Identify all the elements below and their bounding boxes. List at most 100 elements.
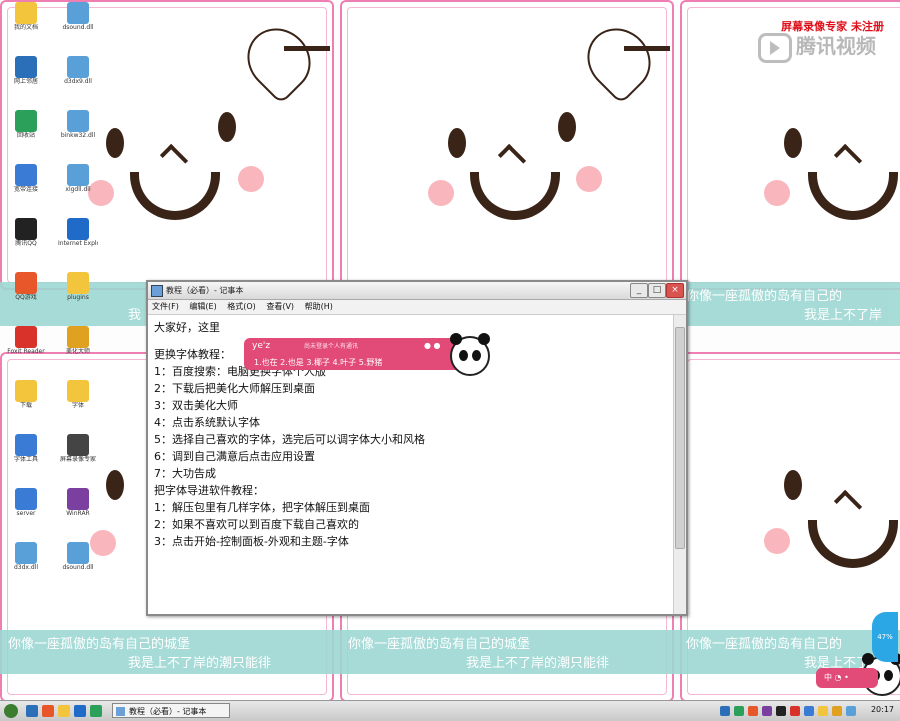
desktop-icon[interactable]: 宽带连接: [6, 164, 46, 193]
desktop-icon[interactable]: 屏幕录像专家: [58, 434, 98, 463]
tray-icon[interactable]: [804, 706, 814, 716]
tray-icon[interactable]: [748, 706, 758, 716]
desktop-icon[interactable]: 回收站: [6, 110, 46, 139]
app-icon: [67, 164, 89, 186]
app-icon: [15, 2, 37, 24]
tray-icon[interactable]: [776, 706, 786, 716]
desktop-icon[interactable]: 腾讯QQ: [6, 218, 46, 247]
desktop-icon-label: d3dx.dll: [13, 564, 39, 571]
start-button-icon[interactable]: [4, 704, 18, 718]
desktop-icon-label: WinRAR: [66, 510, 90, 517]
desktop-icon-label: dsound.dll: [62, 564, 94, 571]
app-icon: [67, 488, 89, 510]
ime-page-dots[interactable]: ● ●: [424, 341, 441, 350]
desktop-icon[interactable]: QQ游戏: [6, 272, 46, 301]
menu-format[interactable]: 格式(O): [227, 302, 256, 311]
desktop-icon[interactable]: 下载: [6, 380, 46, 409]
minimize-button[interactable]: _: [630, 283, 648, 298]
desktop-icon[interactable]: 字体工具: [6, 434, 46, 463]
panda-icon: [450, 333, 490, 376]
menu-help[interactable]: 帮助(H): [305, 302, 333, 311]
desktop-icon[interactable]: d3dx.dll: [6, 542, 46, 571]
desktop-icon[interactable]: d3dx9.dll: [58, 56, 98, 85]
desktop-icon[interactable]: 美化大师: [58, 326, 98, 355]
menu-bar: 文件(F) 编辑(E) 格式(O) 查看(V) 帮助(H): [148, 300, 686, 315]
desktop-icon[interactable]: plugins: [58, 272, 98, 301]
text-line: 大家好，这里: [154, 321, 220, 334]
desktop-icon-label: d3dx9.dll: [64, 78, 92, 85]
face-cheek: [576, 166, 602, 192]
tray-icon[interactable]: [790, 706, 800, 716]
scrollbar-thumb[interactable]: [675, 327, 685, 549]
tray-icon[interactable]: [818, 706, 828, 716]
desktop-icon-label: binkw32.dll: [60, 132, 96, 139]
desktop-icon-label: 字体: [71, 402, 84, 409]
tray-icon[interactable]: [832, 706, 842, 716]
progress-bubble[interactable]: 47%: [872, 612, 898, 662]
band-text: 我是上不了岸: [804, 308, 883, 323]
desktop-icon[interactable]: WinRAR: [58, 488, 98, 517]
desktop-icon[interactable]: dsound.dll: [58, 542, 98, 571]
menu-view[interactable]: 查看(V): [266, 302, 294, 311]
face-cheek: [238, 166, 264, 192]
desktop-icon-label: 字体工具: [13, 456, 38, 463]
desktop-icon-label: QQ游戏: [15, 294, 37, 301]
quick-launch-icon[interactable]: [74, 705, 86, 717]
text-line: 3：点击开始-控制面板-外观和主题-字体: [154, 535, 349, 548]
app-icon: [15, 488, 37, 510]
desktop-icon[interactable]: 我的文档: [6, 2, 46, 31]
desktop-icon-label: plugins: [67, 294, 89, 301]
menu-file[interactable]: 文件(F): [152, 302, 179, 311]
app-icon: [67, 542, 89, 564]
quick-launch-icon[interactable]: [42, 705, 54, 717]
maximize-button[interactable]: □: [648, 283, 666, 298]
band-text: 你像一座孤傲的岛有自己的: [686, 289, 843, 304]
ime-hint: 尚未登录个人有通讯: [304, 343, 359, 350]
desktop-icon[interactable]: dsound.dll: [58, 2, 98, 31]
face-cheek: [428, 180, 454, 206]
desktop-icon-label: 宽带连接: [13, 186, 38, 193]
desktop-icon[interactable]: 字体: [58, 380, 98, 409]
text-line: 4：点击系统默认字体: [154, 416, 260, 429]
notepad-window[interactable]: 教程（必看）- 记事本 _ □ × 文件(F) 编辑(E) 格式(O) 查看(V…: [146, 280, 688, 616]
tray-icon[interactable]: [846, 706, 856, 716]
vertical-scrollbar[interactable]: [673, 315, 686, 614]
title-bar[interactable]: 教程（必看）- 记事本 _ □ ×: [148, 282, 686, 300]
quick-launch-icon[interactable]: [58, 705, 70, 717]
tray-icon[interactable]: [762, 706, 772, 716]
desktop-icon[interactable]: Foxit Reader: [6, 326, 46, 355]
desktop-icon[interactable]: xlgdll.dll: [58, 164, 98, 193]
ime-candidates[interactable]: 1.也在 2.也是 3.椰子 4.叶子 5.野猪: [254, 357, 382, 368]
app-icon: [67, 380, 89, 402]
taskbar-button-notepad[interactable]: 教程（必看）- 记事本: [112, 703, 230, 718]
tray-icon[interactable]: [734, 706, 744, 716]
band-text: 你像一座孤傲的岛有自己的城堡: [348, 637, 531, 652]
face-eye: [448, 128, 466, 158]
close-button[interactable]: ×: [666, 283, 684, 298]
app-icon: [15, 380, 37, 402]
desktop-icon-label: 美化大师: [65, 348, 90, 355]
desktop-icon[interactable]: server: [6, 488, 46, 517]
ime-candidate-bar[interactable]: ye'z 尚未登录个人有通讯 ● ● 1.也在 2.也是 3.椰子 4.叶子 5…: [244, 338, 484, 370]
quick-launch-icon[interactable]: [26, 705, 38, 717]
tray-icon[interactable]: [720, 706, 730, 716]
ime-status-bar[interactable]: 中 ◔ •: [816, 668, 878, 688]
desktop-icon-label: Foxit Reader: [7, 348, 45, 355]
app-icon: [67, 56, 89, 78]
band-text: 我是上不了岸的潮只能徘: [466, 656, 610, 671]
window-title: 教程（必看）- 记事本: [166, 286, 244, 295]
app-icon: [15, 218, 37, 240]
text-line: 2：如果不喜欢可以到百度下载自己喜欢的: [154, 518, 359, 531]
menu-edit[interactable]: 编辑(E): [189, 302, 216, 311]
clock[interactable]: 20:17: [871, 705, 894, 714]
desktop-icon[interactable]: 网上邻居: [6, 56, 46, 85]
quick-launch-icon[interactable]: [90, 705, 102, 717]
desktop-icon[interactable]: binkw32.dll: [58, 110, 98, 139]
desktop-icon[interactable]: Internet Explorer: [58, 218, 98, 247]
text-line: 把字体导进软件教程：: [154, 484, 264, 497]
face-eye: [218, 112, 236, 142]
tencent-video-logo: 腾讯视频: [758, 30, 876, 63]
taskbar: 教程（必看）- 记事本 20:17: [0, 700, 900, 721]
desktop-icon-label: 我的文档: [13, 24, 38, 31]
app-icon: [67, 218, 89, 240]
